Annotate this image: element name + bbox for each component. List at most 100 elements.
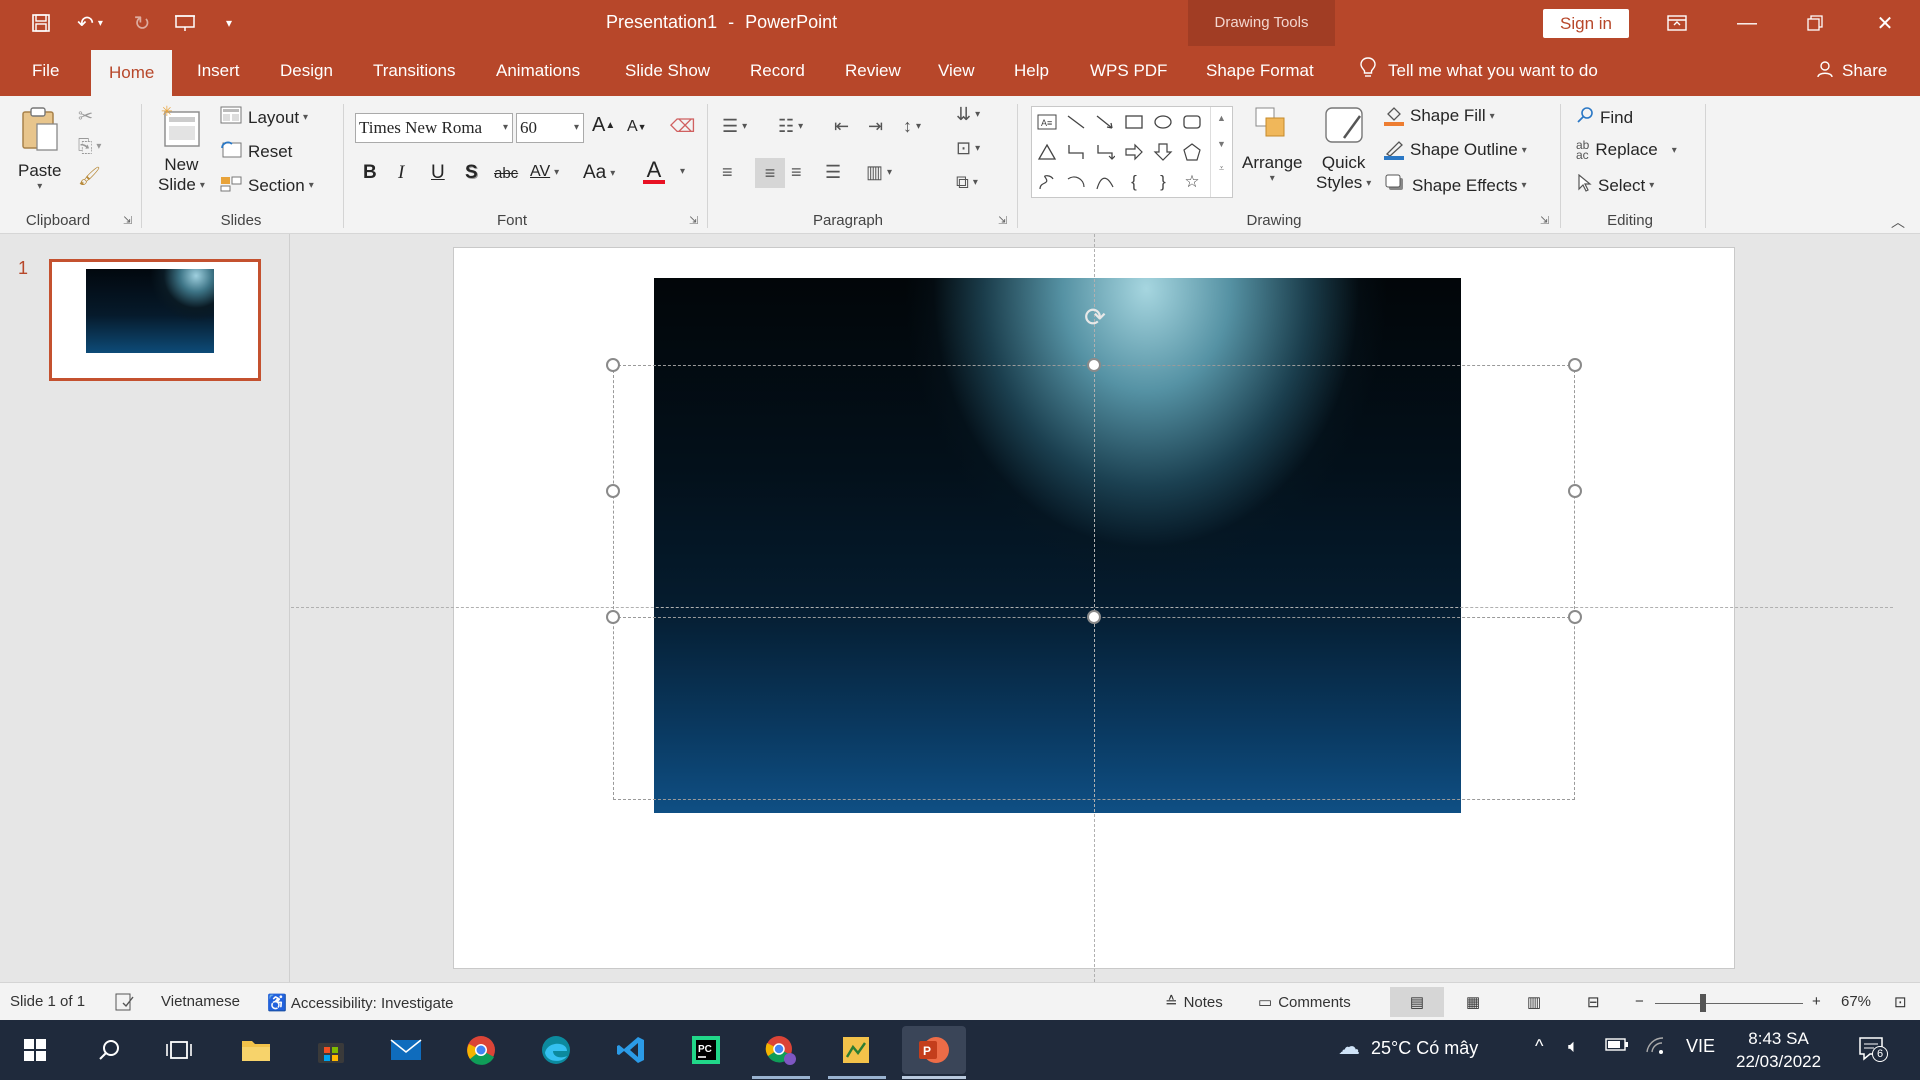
clear-formatting-icon[interactable]: ⌫	[670, 116, 695, 137]
save-icon[interactable]	[27, 10, 55, 36]
pycharm-icon[interactable]: PC	[685, 1032, 727, 1068]
customize-toolbar-icon[interactable]: ▾	[215, 10, 243, 36]
align-right-icon[interactable]: ≡	[791, 162, 802, 183]
pentagon-shape-icon[interactable]	[1179, 139, 1205, 165]
character-spacing-button[interactable]: AV ▾	[530, 163, 559, 181]
sign-in-button[interactable]: Sign in	[1543, 9, 1629, 38]
rectangle-shape-icon[interactable]	[1121, 109, 1147, 135]
oval-shape-icon[interactable]	[1150, 109, 1176, 135]
shapes-gallery[interactable]: A≡ { } ☆ ▲ ▼ ⩡	[1031, 106, 1233, 198]
resize-handle-top-left[interactable]	[606, 358, 620, 372]
triangle-shape-icon[interactable]	[1034, 139, 1060, 165]
increase-font-size-button[interactable]: A ▲	[592, 114, 615, 137]
decrease-indent-icon[interactable]: ⇤	[834, 116, 849, 137]
right-brace-shape-icon[interactable]: }	[1150, 169, 1176, 195]
shape-fill-button[interactable]: Shape Fill ▾	[1384, 106, 1495, 126]
decrease-font-size-button[interactable]: A ▼	[627, 118, 647, 136]
resize-handle-bottom-right[interactable]	[1568, 610, 1582, 624]
star-shape-icon[interactable]: ☆	[1179, 169, 1205, 195]
battery-icon[interactable]	[1605, 1036, 1629, 1057]
gallery-down-icon[interactable]: ▼	[1211, 139, 1232, 149]
strikethrough-button[interactable]: abc	[494, 165, 518, 182]
text-direction-button[interactable]: ⇊ ▾	[956, 104, 980, 125]
resize-handle-bottom-center[interactable]	[1087, 610, 1101, 624]
copy-icon[interactable]: ⎘ ▾	[78, 136, 101, 157]
increase-indent-icon[interactable]: ⇥	[868, 116, 883, 137]
normal-view-icon[interactable]: ▤	[1390, 987, 1444, 1017]
resize-handle-bottom-left[interactable]	[606, 610, 620, 624]
quick-styles-button[interactable]: Quick Styles ▾	[1316, 104, 1371, 193]
select-button[interactable]: Select ▾	[1576, 173, 1654, 197]
comments-button[interactable]: ▭ Comments	[1258, 993, 1351, 1012]
bold-button[interactable]: B	[363, 162, 377, 184]
tab-review[interactable]: Review	[841, 46, 905, 96]
ribbon-display-options-icon[interactable]	[1654, 8, 1700, 38]
task-view-icon[interactable]	[158, 1032, 200, 1068]
reading-view-icon[interactable]: ▥	[1527, 993, 1541, 1011]
font-name-combo[interactable]: Times New Roma ▾	[355, 113, 513, 143]
freeform-shape-icon[interactable]	[1034, 169, 1060, 195]
tab-shape-format[interactable]: Shape Format	[1202, 46, 1318, 96]
text-placeholder-selection[interactable]	[613, 365, 1575, 800]
convert-to-smartart-button[interactable]: ⧉ ▾	[956, 172, 978, 193]
numbering-button[interactable]: ☷ ▾	[778, 116, 803, 137]
share-button[interactable]: Share	[1812, 46, 1891, 96]
align-text-button[interactable]: ⊡ ▾	[956, 138, 980, 159]
tab-view[interactable]: View	[934, 46, 979, 96]
elbow-connector-shape-icon[interactable]	[1063, 139, 1089, 165]
elbow-arrow-shape-icon[interactable]	[1092, 139, 1118, 165]
bullets-button[interactable]: ☰ ▾	[722, 116, 747, 137]
powerpoint-icon[interactable]: P	[902, 1026, 966, 1074]
file-explorer-icon[interactable]	[235, 1032, 277, 1068]
font-name-dropdown-icon[interactable]: ▾	[503, 122, 508, 133]
paste-dropdown-icon[interactable]: ▾	[37, 181, 42, 192]
paste-button[interactable]: Paste ▾	[18, 104, 61, 192]
undo-icon[interactable]: ↶ ▾	[70, 10, 110, 36]
fit-slide-to-window-icon[interactable]: ⊡	[1894, 993, 1907, 1011]
layout-button[interactable]: Layout ▾	[220, 106, 308, 129]
microsoft-store-icon[interactable]	[310, 1032, 352, 1068]
zoom-in-button[interactable]: +	[1812, 993, 1821, 1010]
slide-show-view-icon[interactable]: ⊟	[1587, 993, 1600, 1011]
line-shape-icon[interactable]	[1063, 109, 1089, 135]
reset-button[interactable]: Reset	[220, 140, 292, 163]
line-spacing-button[interactable]: ↕ ▾	[903, 116, 921, 137]
align-left-icon[interactable]: ≡	[722, 162, 733, 183]
rounded-rectangle-shape-icon[interactable]	[1179, 109, 1205, 135]
replace-button[interactable]: ab ac Replace ▾	[1576, 139, 1677, 161]
find-button[interactable]: Find	[1576, 106, 1633, 129]
tab-file[interactable]: File	[28, 46, 63, 96]
underline-button[interactable]: U	[431, 162, 445, 184]
new-slide-dropdown-icon[interactable]: ▾	[200, 180, 205, 191]
tab-home[interactable]: Home	[91, 50, 173, 96]
resize-handle-top-right[interactable]	[1568, 358, 1582, 372]
minimize-icon[interactable]: —	[1724, 8, 1770, 38]
tab-transitions[interactable]: Transitions	[369, 46, 460, 96]
notes-button[interactable]: ≙ Notes	[1165, 993, 1223, 1012]
weather-widget[interactable]: ☁ 25°C Có mây	[1338, 1034, 1478, 1060]
volume-icon[interactable]: 🔈︎	[1568, 1036, 1579, 1057]
zoom-slider-thumb[interactable]	[1700, 994, 1706, 1012]
text-shadow-button[interactable]: S	[465, 162, 478, 184]
slide-thumbnail[interactable]	[49, 259, 261, 381]
new-slide-button[interactable]: ✳ New Slide ▾	[158, 103, 205, 195]
shape-effects-button[interactable]: Shape Effects ▾	[1384, 174, 1527, 197]
cut-icon[interactable]: ✂	[78, 106, 93, 127]
tab-design[interactable]: Design	[276, 46, 337, 96]
tab-help[interactable]: Help	[1010, 46, 1053, 96]
curve-shape-icon[interactable]	[1092, 169, 1118, 195]
gallery-scroll[interactable]: ▲ ▼ ⩡	[1210, 107, 1232, 197]
gallery-more-icon[interactable]: ⩡	[1211, 163, 1232, 174]
align-center-icon[interactable]: ≡	[755, 158, 785, 188]
edge-icon[interactable]	[535, 1032, 577, 1068]
tab-animations[interactable]: Animations	[492, 46, 584, 96]
font-dialog-launcher-icon[interactable]: ⇲	[689, 214, 698, 227]
vscode-icon[interactable]	[610, 1032, 652, 1068]
text-box-shape-icon[interactable]: A≡	[1034, 109, 1060, 135]
notification-center-icon[interactable]: 6	[1858, 1036, 1888, 1067]
italic-button[interactable]: I	[398, 162, 404, 184]
left-brace-shape-icon[interactable]: {	[1121, 169, 1147, 195]
resize-handle-middle-left[interactable]	[606, 484, 620, 498]
font-color-dropdown-icon[interactable]: ▾	[676, 166, 685, 177]
resize-handle-middle-right[interactable]	[1568, 484, 1582, 498]
